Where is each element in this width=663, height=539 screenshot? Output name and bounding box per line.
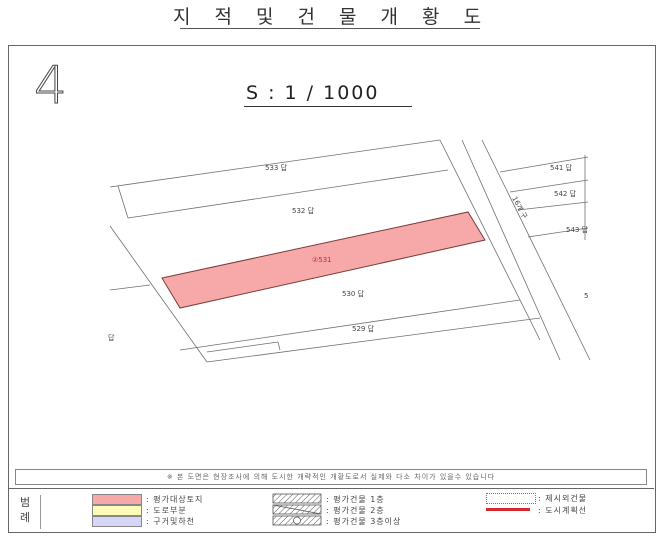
disclaimer-notice: ※ 본 도면은 현장조사에 의해 도시한 개략적인 개황도로서 실제와 다소 차… bbox=[15, 469, 647, 485]
legend-label-building-1f: : 평가건물 1층 bbox=[326, 495, 385, 504]
road-edge-east bbox=[481, 139, 591, 361]
legend-title-line2: 례 bbox=[19, 511, 31, 524]
road-edge-west bbox=[461, 139, 561, 361]
legend-swatch-subject-land bbox=[92, 494, 142, 505]
legend-label-ditch: : 구거및하천 bbox=[146, 517, 196, 526]
legend-label-urban-plan-line: : 도시계획선 bbox=[538, 506, 588, 515]
parcel-label-530: 530 답 bbox=[342, 289, 365, 298]
legend-label-extra-building: : 제시외건물 bbox=[538, 494, 588, 503]
parcel-label-edge-left: 답 bbox=[108, 333, 115, 342]
road-label: 16개 구 bbox=[510, 195, 529, 221]
parcel-label-542: 542 답 bbox=[554, 189, 577, 198]
legend-swatch-ditch bbox=[92, 516, 142, 527]
boundary-line-541-542 bbox=[509, 179, 589, 193]
parcel-label-532: 532 답 bbox=[292, 206, 315, 215]
legend-label-building-3f: : 평가건물 3층이상 bbox=[326, 517, 402, 526]
legend-swatch-building-1f bbox=[272, 493, 322, 504]
boundary-line-bottom-stub bbox=[206, 341, 279, 353]
legend-swatch-road bbox=[92, 505, 142, 516]
boundary-line-530-529 bbox=[179, 299, 521, 351]
parcel-label-529: 529 답 bbox=[352, 324, 375, 333]
legend-label-road: : 도로부분 bbox=[146, 506, 187, 515]
legend-label-subject-land: : 평가대상토지 bbox=[146, 495, 204, 504]
boundary-line-542-543 bbox=[517, 201, 589, 211]
legend-label-building-2f: : 평가건물 2층 bbox=[326, 506, 385, 515]
boundary-line-left-mid bbox=[117, 185, 129, 219]
legend-hatch-patterns bbox=[272, 493, 322, 526]
parcel-label-subject: ②531 bbox=[312, 256, 332, 264]
parcel-label-533: 533 답 bbox=[265, 163, 288, 172]
legend-title: 범 례 bbox=[10, 495, 41, 529]
legend-swatch-extra-building bbox=[486, 493, 536, 504]
legend-title-line1: 범 bbox=[19, 496, 31, 509]
parcel-label-541: 541 답 bbox=[550, 163, 573, 172]
boundary-line-left-spur bbox=[109, 284, 151, 291]
parcel-label-543: 543 답 bbox=[566, 225, 589, 234]
parcel-label-edge-s: 5 bbox=[584, 292, 588, 300]
cadastral-map: 533 답 532 답 ②531 530 답 529 답 541 답 542 답… bbox=[108, 139, 591, 363]
legend-swatch-urban-plan-line bbox=[486, 508, 530, 511]
boundary-line-541-top bbox=[499, 156, 589, 173]
boundary-line-bottom-stub-v bbox=[277, 341, 281, 351]
